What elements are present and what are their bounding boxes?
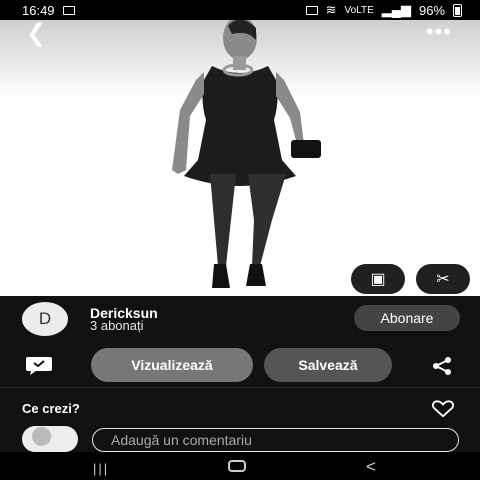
recents-icon[interactable]: ||| xyxy=(93,461,109,476)
save-button[interactable]: Salvează xyxy=(264,348,392,382)
heart-icon[interactable] xyxy=(430,400,456,418)
lens-button[interactable]: ▣ xyxy=(351,264,405,294)
pin-image[interactable]: ❮ ••• ▣ ✂ xyxy=(0,20,480,296)
comment-input[interactable] xyxy=(92,428,459,452)
home-icon[interactable] xyxy=(228,460,246,472)
scissors-icon: ✂ xyxy=(436,271,450,288)
status-right: ≋ VoLTE ▂▄▆ 96% xyxy=(305,2,462,18)
share-icon[interactable] xyxy=(431,356,453,376)
subscribe-button[interactable]: Abonare xyxy=(354,305,460,331)
status-left: 16:49 xyxy=(22,3,75,18)
model-figure xyxy=(172,20,321,288)
network-label: VoLTE xyxy=(344,4,374,16)
creator-avatar[interactable]: D xyxy=(22,302,68,336)
wifi-icon: ≋ xyxy=(325,2,337,17)
status-time: 16:49 xyxy=(22,2,55,18)
battery-percent: 96% xyxy=(418,2,445,18)
more-icon[interactable]: ••• xyxy=(426,21,452,43)
back-icon[interactable]: ❮ xyxy=(26,22,46,46)
signal-icon: ▂▄▆ xyxy=(381,2,411,17)
notification-icon xyxy=(305,5,318,15)
comments-prompt: Ce crezi? xyxy=(22,401,80,416)
section-divider xyxy=(0,387,480,388)
view-button[interactable]: Vizualizează xyxy=(91,348,253,382)
creator-subscribers: 3 abonați xyxy=(90,318,144,333)
status-bar: 16:49 ≋ VoLTE ▂▄▆ 96% xyxy=(0,0,480,20)
comment-icon[interactable] xyxy=(24,354,54,376)
cutout-button[interactable]: ✂ xyxy=(416,264,470,294)
current-user-avatar[interactable] xyxy=(22,426,78,452)
lens-icon: ▣ xyxy=(370,271,386,288)
system-back-icon[interactable]: < xyxy=(366,457,376,477)
gallery-icon xyxy=(62,5,75,15)
battery-icon xyxy=(453,3,462,17)
